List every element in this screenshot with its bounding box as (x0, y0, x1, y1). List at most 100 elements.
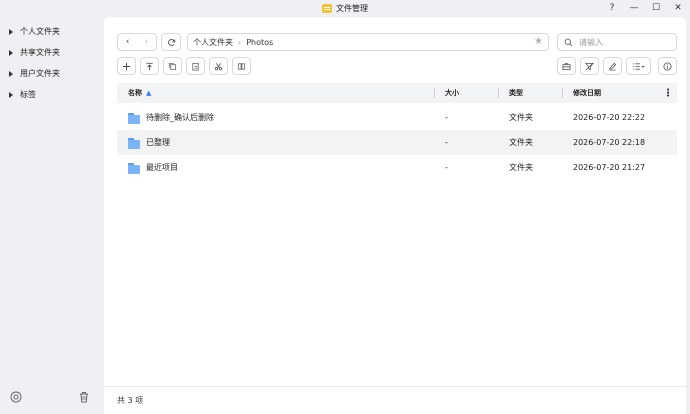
navigation-toolbar: ‹ › 个人文件夹 › Photos ★ (104, 17, 686, 55)
breadcrumb-item-personal-folder[interactable]: 个人文件夹 (193, 37, 233, 48)
action-toolbar (104, 57, 686, 77)
column-header-type[interactable]: 类型 (509, 83, 523, 103)
minimize-button[interactable]: — (628, 1, 640, 15)
column-modified-label: 修改日期 (573, 89, 601, 97)
history-nav: ‹ › (117, 33, 157, 51)
status-bar: 共 3 项 (104, 386, 686, 414)
cut-button[interactable] (209, 57, 228, 75)
paste-icon (192, 62, 199, 71)
column-divider[interactable] (434, 88, 435, 98)
briefcase-icon (562, 62, 571, 70)
info-button[interactable] (658, 57, 677, 75)
sidebar-footer (0, 390, 104, 406)
copy-icon (168, 62, 177, 70)
column-type-label: 类型 (509, 89, 523, 97)
maximize-button[interactable]: ☐ (650, 1, 662, 15)
sidebar-item-user-folder[interactable]: 用户文件夹 (0, 63, 104, 84)
window-title: 文件管理 (336, 4, 368, 13)
paste-button[interactable] (186, 57, 205, 75)
list-view-icon (633, 62, 645, 70)
type-cell: 文件夹 (509, 113, 533, 122)
copy-button[interactable] (163, 57, 182, 75)
column-header-size[interactable]: 大小 (445, 83, 459, 103)
sidebar-item-label: 个人文件夹 (20, 27, 60, 36)
sort-ascending-icon[interactable]: ▲ (146, 89, 151, 97)
trash-icon[interactable] (77, 390, 91, 404)
rename-button[interactable] (232, 57, 251, 75)
view-mode-button[interactable] (626, 57, 651, 75)
column-header-modified[interactable]: 修改日期 (573, 83, 601, 103)
type-cell: 文件夹 (509, 138, 533, 147)
size-cell: - (445, 163, 448, 172)
file-name: 已整理 (146, 138, 170, 147)
upload-icon (146, 62, 153, 70)
folder-icon (128, 112, 140, 124)
pencil-icon (609, 62, 617, 70)
plus-icon (122, 62, 131, 70)
sidebar-item-personal-folder[interactable]: 个人文件夹 (0, 21, 104, 42)
table-row[interactable]: 最近项目 - 文件夹 2026-07-20 21:27 (117, 155, 677, 180)
folder-icon (128, 162, 140, 174)
info-icon (663, 61, 672, 71)
column-divider[interactable] (498, 88, 499, 98)
file-name: 最近项目 (146, 163, 178, 172)
table-row[interactable]: 待删除_确认后删除 - 文件夹 2026-07-20 22:22 (117, 105, 677, 130)
edit-button[interactable] (603, 57, 622, 75)
window-controls: ? — ☐ ✕ (606, 1, 684, 15)
filter-off-icon (585, 62, 594, 70)
column-name-label: 名称 (128, 89, 142, 97)
folder-icon (128, 137, 140, 149)
scissors-icon (214, 62, 223, 70)
type-cell: 文件夹 (509, 163, 533, 172)
sidebar-item-label: 标签 (20, 90, 36, 99)
help-button[interactable]: ? (606, 1, 618, 15)
back-button[interactable]: ‹ (118, 34, 137, 50)
column-divider[interactable] (562, 88, 563, 98)
title-bar: 文件管理 ? — ☐ ✕ (0, 0, 690, 17)
filter-button[interactable] (580, 57, 599, 75)
main-panel: ‹ › 个人文件夹 › Photos ★ 请输入 名称 ▲ 大小 类型 修改日期… (104, 17, 686, 414)
expand-caret-icon[interactable] (9, 91, 13, 98)
sidebar-item-shared-folder[interactable]: 共享文件夹 (0, 42, 104, 63)
modified-cell: 2026-07-20 21:27 (573, 163, 646, 172)
file-manager-logo-icon (322, 4, 332, 13)
name-cell: 待删除_确认后删除 (128, 105, 214, 130)
expand-caret-icon[interactable] (9, 49, 13, 56)
sidebar-item-tags[interactable]: 标签 (0, 84, 104, 105)
favorite-star-icon[interactable]: ★ (534, 36, 543, 47)
archive-button[interactable] (557, 57, 576, 75)
app-title-group: 文件管理 (322, 3, 368, 14)
search-input[interactable] (579, 37, 669, 47)
breadcrumb-item-photos[interactable]: Photos (246, 38, 273, 47)
expand-caret-icon[interactable] (9, 70, 13, 77)
refresh-icon (167, 38, 175, 46)
column-header-name[interactable]: 名称 ▲ (128, 83, 151, 103)
sidebar-item-label: 共享文件夹 (20, 48, 60, 57)
sidebar: 个人文件夹 共享文件夹 用户文件夹 标签 (0, 17, 104, 414)
upload-button[interactable] (140, 57, 159, 75)
forward-button[interactable]: › (137, 34, 156, 50)
modified-cell: 2026-07-20 22:22 (573, 113, 646, 122)
rename-icon (237, 62, 246, 70)
item-count: 共 3 项 (117, 396, 144, 405)
file-name: 待删除_确认后删除 (146, 113, 214, 122)
table-header: 名称 ▲ 大小 类型 修改日期 ⋮ (117, 83, 677, 103)
search-icon (564, 38, 573, 46)
table-row[interactable]: 已整理 - 文件夹 2026-07-20 22:18 (117, 130, 677, 155)
sidebar-item-label: 用户文件夹 (20, 69, 60, 78)
search-box[interactable] (557, 33, 677, 51)
new-button[interactable] (117, 57, 136, 75)
name-cell: 已整理 (128, 130, 170, 155)
more-options-icon[interactable]: ⋮ (663, 83, 673, 103)
breadcrumb-separator-icon: › (238, 37, 242, 47)
size-cell: - (445, 113, 448, 122)
name-cell: 最近项目 (128, 155, 178, 180)
column-size-label: 大小 (445, 89, 459, 97)
close-button[interactable]: ✕ (672, 1, 684, 15)
modified-cell: 2026-07-20 22:18 (573, 138, 646, 147)
size-cell: - (445, 138, 448, 147)
refresh-button[interactable] (161, 33, 181, 51)
expand-caret-icon[interactable] (9, 28, 13, 35)
breadcrumb[interactable]: 个人文件夹 › Photos ★ (187, 33, 549, 51)
settings-icon[interactable] (9, 390, 23, 404)
